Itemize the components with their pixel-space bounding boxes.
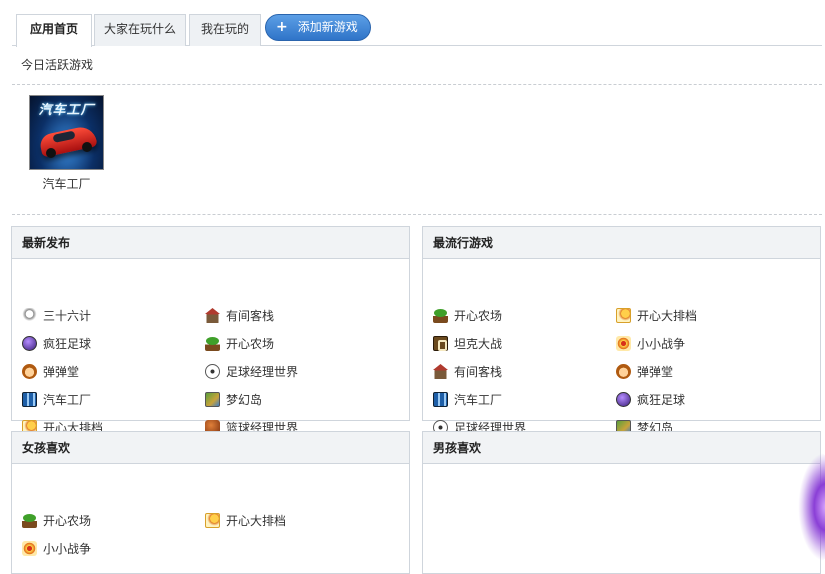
- tab-bar: 应用首页 大家在玩什么 我在玩的 + 添加新游戏: [12, 14, 822, 47]
- today-active-title: 今日活跃游戏: [21, 58, 94, 72]
- food-stall-icon: [205, 513, 220, 528]
- game-link[interactable]: 开心农场: [22, 512, 91, 530]
- game-name: 开心农场: [226, 337, 275, 351]
- game-link[interactable]: 有间客栈: [205, 307, 274, 325]
- little-war-icon: [22, 541, 37, 556]
- wheel-graphic: [46, 148, 56, 158]
- game-name: 足球经理世界: [226, 365, 299, 379]
- game-name: 疯狂足球: [637, 393, 686, 407]
- boys-like-panel: 男孩喜欢: [422, 431, 821, 574]
- game-name: 开心农场: [43, 514, 92, 528]
- thumbnail-logo: 汽车工厂: [38, 103, 95, 118]
- panel-title-newest: 最新发布: [12, 227, 409, 259]
- little-war-icon: [616, 336, 631, 351]
- game-link[interactable]: 疯狂足球: [22, 335, 91, 353]
- ddtank-face-icon: [616, 364, 631, 379]
- game-link[interactable]: 坦克大战: [433, 335, 502, 353]
- car-factory-icon: [22, 392, 37, 407]
- tank-icon: [433, 336, 448, 351]
- game-name: 有间客栈: [226, 309, 275, 323]
- game-link[interactable]: 开心大排档: [616, 307, 697, 325]
- tab-my-games-label: 我在玩的: [200, 22, 249, 36]
- game-name: 疯狂足球: [43, 337, 92, 351]
- game-name: 开心农场: [454, 309, 503, 323]
- farm-sprout-icon: [433, 308, 448, 323]
- featured-game-car-factory[interactable]: 汽车工厂 汽车工厂: [29, 95, 104, 192]
- crazy-soccer-icon: [616, 392, 631, 407]
- game-link[interactable]: 弹弹堂: [22, 363, 79, 381]
- game-name: 开心大排档: [637, 309, 698, 323]
- food-stall-icon: [616, 308, 631, 323]
- tab-everyone-playing[interactable]: 大家在玩什么: [94, 14, 186, 46]
- newest-games-panel: 最新发布 三十六计 有间客栈 疯狂足球 开心农场 弹弹堂 足球经理世界 汽车工厂…: [11, 226, 410, 435]
- popular-games-panel: 最流行游戏 开心农场 开心大排档 坦克大战 小小战争 有间客栈 弹弹堂 汽车工厂…: [422, 226, 821, 435]
- soccer-ball-icon: [205, 364, 220, 379]
- game-name: 汽车工厂: [454, 393, 503, 407]
- tab-home-label: 应用首页: [29, 22, 78, 36]
- game-name: 小小战争: [637, 337, 686, 351]
- plus-icon: +: [276, 19, 288, 35]
- panel-title-popular: 最流行游戏: [423, 227, 820, 259]
- game-link[interactable]: 有间客栈: [433, 363, 502, 381]
- farm-sprout-icon: [22, 513, 37, 528]
- game-link[interactable]: 梦幻岛: [205, 391, 262, 409]
- game-link[interactable]: 小小战争: [22, 540, 91, 558]
- game-name: 开心大排档: [226, 514, 287, 528]
- crazy-soccer-icon: [22, 336, 37, 351]
- game-name: 坦克大战: [454, 337, 503, 351]
- game-link[interactable]: 开心大排档: [205, 512, 286, 530]
- car-factory-icon: [433, 392, 448, 407]
- game-name: 弹弹堂: [637, 365, 674, 379]
- game-name: 梦幻岛: [226, 393, 263, 407]
- inn-icon: [205, 308, 220, 323]
- farm-sprout-icon: [205, 336, 220, 351]
- divider: [12, 214, 822, 215]
- game-link[interactable]: 汽车工厂: [433, 391, 502, 409]
- inn-icon: [433, 364, 448, 379]
- dream-island-icon: [205, 392, 220, 407]
- ddtank-face-icon: [22, 364, 37, 379]
- game-link[interactable]: 弹弹堂: [616, 363, 673, 381]
- game-link[interactable]: 开心农场: [205, 335, 274, 353]
- game-link[interactable]: 三十六计: [22, 307, 91, 325]
- add-new-game-label: 添加新游戏: [297, 20, 358, 34]
- panel-title-boys: 男孩喜欢: [423, 432, 820, 464]
- game-name: 弹弹堂: [43, 365, 80, 379]
- car-factory-thumbnail[interactable]: 汽车工厂: [29, 95, 104, 170]
- game-link[interactable]: 疯狂足球: [616, 391, 685, 409]
- panel-title-girls: 女孩喜欢: [12, 432, 409, 464]
- tab-home[interactable]: 应用首页: [16, 14, 92, 47]
- wheel-graphic: [82, 142, 92, 152]
- tab-my-games[interactable]: 我在玩的: [189, 14, 261, 46]
- game-name: 有间客栈: [454, 365, 503, 379]
- game-name: 汽车工厂: [43, 393, 92, 407]
- game-name: 小小战争: [43, 542, 92, 556]
- tab-everyone-playing-label: 大家在玩什么: [103, 22, 176, 36]
- game-link[interactable]: 足球经理世界: [205, 363, 298, 381]
- add-new-game-button[interactable]: + 添加新游戏: [265, 14, 371, 41]
- divider: [12, 84, 822, 85]
- game-link[interactable]: 小小战争: [616, 335, 685, 353]
- strategy-icon: [22, 308, 37, 323]
- featured-game-label[interactable]: 汽车工厂: [29, 175, 104, 192]
- girls-like-panel: 女孩喜欢 开心农场 开心大排档 小小战争: [11, 431, 410, 574]
- game-link[interactable]: 开心农场: [433, 307, 502, 325]
- game-link[interactable]: 汽车工厂: [22, 391, 91, 409]
- game-name: 三十六计: [43, 309, 92, 323]
